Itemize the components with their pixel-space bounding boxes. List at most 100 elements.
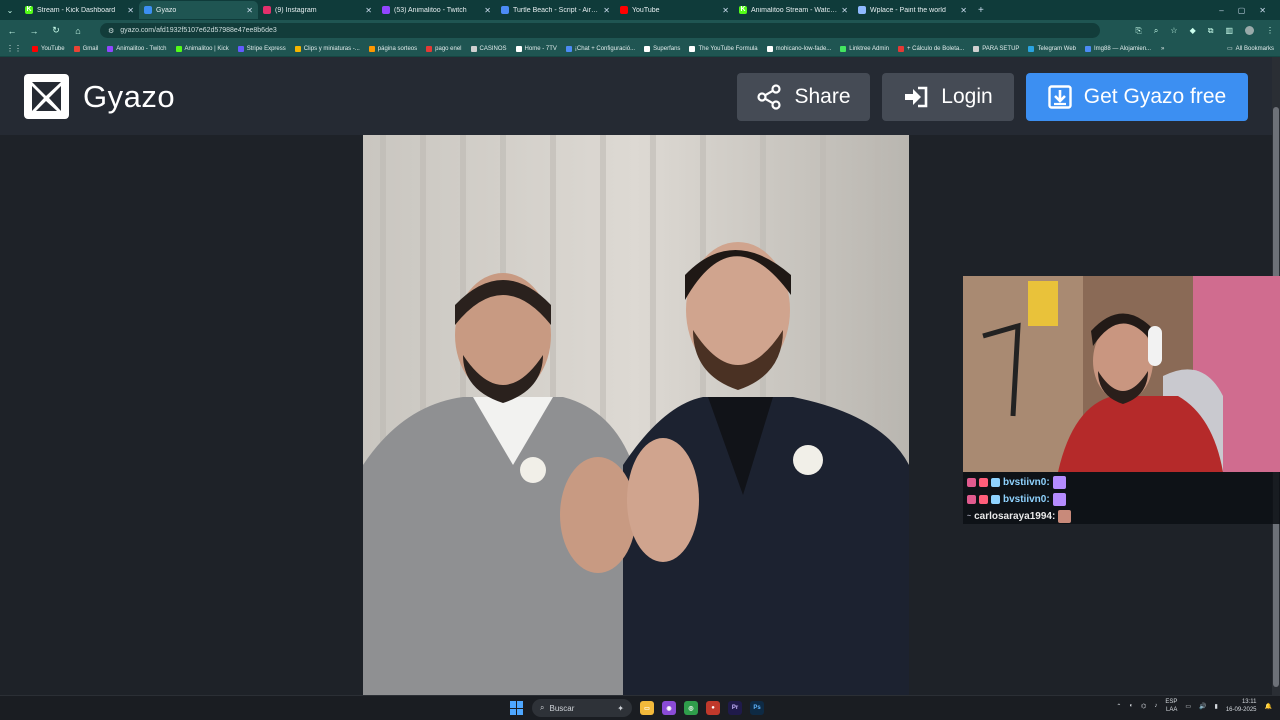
gyazo-image[interactable] [363,135,909,695]
gyazo-header: Gyazo Share Login Get Gyazo free [0,57,1272,135]
taskbar-search[interactable]: ⌕ Buscar ✦ [532,699,632,717]
apps-grid-icon[interactable]: ⋮⋮ [6,44,22,53]
bookmark-item[interactable]: pago enel [426,45,462,52]
tab-close-icon[interactable]: ✕ [722,6,729,15]
browser-tab[interactable]: (9) Instagram ✕ [258,1,377,19]
home-icon[interactable]: ⌂ [72,26,84,36]
bookmark-item[interactable]: Gmail [73,45,98,52]
forward-icon[interactable]: → [28,26,40,36]
bookmark-item[interactable]: Superfans [644,45,680,52]
premiere-icon[interactable]: Pr [728,701,742,715]
gyazo-logo[interactable]: Gyazo [24,74,175,119]
display-icon[interactable]: ▭ [1185,703,1191,710]
bookmark-label: + Cálculo de Boleta... [907,45,965,52]
chat-username[interactable]: bvstiivn0: [1003,477,1050,488]
tab-close-icon[interactable]: ✕ [603,6,610,15]
tab-search-icon[interactable]: ⌄ [0,6,20,15]
notifications-icon[interactable]: 🔔 [1265,703,1272,710]
bookmark-item[interactable]: CASINOS [470,45,507,52]
tab-favicon-icon [501,6,509,14]
browser-tab[interactable]: Turtle Beach - Script - Airlite Fit✕ [496,1,615,19]
back-icon[interactable]: ← [6,26,18,36]
face-emote-icon [1058,510,1072,523]
tab-close-icon[interactable]: ✕ [841,6,848,15]
chat-username[interactable]: carlosaraya1994: [974,511,1055,522]
share-label: Share [794,85,851,108]
chat-username[interactable]: bvstiivn0: [1003,494,1050,505]
tray-app-icon[interactable]: ◐ [1129,703,1133,709]
bookmark-label: Telegram Web [1037,45,1077,52]
windows-start-icon[interactable] [510,701,524,715]
browser-tab[interactable]: (53) Animalitoo - Twitch ✕ [377,1,496,19]
extension-icon[interactable]: ◆ [1190,26,1196,36]
tab-close-icon[interactable]: ✕ [246,6,253,15]
tab-close-icon[interactable]: ✕ [960,6,967,15]
site-info-icon[interactable]: ⚙ [108,27,114,35]
bookmark-item[interactable]: mohicano-low-fade... [766,45,831,52]
battery-icon[interactable]: ▮ [1215,703,1218,710]
volume-icon[interactable]: 🔊 [1199,703,1206,710]
browser-tab[interactable]: Wplace - Paint the world ✕ [853,1,972,19]
get-gyazo-free-button[interactable]: Get Gyazo free [1026,73,1248,121]
bookmark-star-icon[interactable]: ☆ [1170,26,1177,36]
share-button[interactable]: Share [737,73,870,121]
tab-favicon-icon: K [739,6,747,14]
tab-title: Wplace - Paint the world [870,6,946,14]
browser-tab[interactable]: K Animalitoo Stream - Watch Live ✕ [734,1,853,19]
discord-icon[interactable]: ◉ [662,701,676,715]
tab-title: (53) Animalitoo - Twitch [394,6,467,14]
bookmark-item[interactable]: Animalitoo - Twitch [107,45,167,52]
file-explorer-icon[interactable]: ▭ [640,701,654,715]
microphone-icon[interactable]: ♪ [1154,703,1157,709]
tab-close-icon[interactable]: ✕ [127,6,134,15]
tab-title: Animalitoo Stream - Watch Live [751,6,837,14]
install-app-icon[interactable]: ⎘ [1136,26,1142,36]
login-button[interactable]: Login [882,73,1014,121]
browser-tab[interactable]: Gyazo ✕ [139,1,258,19]
all-bookmarks[interactable]: ▭ All Bookmarks [1227,45,1274,53]
tab-close-icon[interactable]: ✕ [484,6,491,15]
bookmark-item[interactable]: Clips y miniaturas -... [294,45,360,52]
side-panel-icon[interactable]: ▥ [1225,26,1233,36]
bookmark-item[interactable]: YouTube [32,45,65,52]
menu-dots-icon[interactable]: ⋮ [1266,26,1274,36]
more-bookmarks-icon[interactable]: » [1161,46,1164,52]
stream-chat-overlay: bvstiivn0: bvstiivn0: ~ carlosaraya1994: [963,472,1280,524]
extensions-puzzle-icon[interactable]: ⧉ [1208,26,1214,36]
heart-badge-icon [979,478,988,487]
tray-overflow-icon[interactable]: ⌃ [1116,703,1121,710]
bookmark-item[interactable]: + Cálculo de Boleta... [898,45,965,52]
bookmark-item[interactable]: Stripe Express [237,45,286,52]
chat-message: bvstiivn0: [967,491,1276,508]
reload-icon[interactable]: ↻ [50,25,62,36]
bookmark-item[interactable]: ¡Chat + Configuració... [565,45,635,52]
bookmark-item[interactable]: Telegram Web [1028,45,1077,52]
bookmark-favicon-icon [515,45,522,52]
bookmark-item[interactable]: Home - 7TV [515,45,557,52]
tab-close-icon[interactable]: ✕ [365,6,372,15]
maximize-icon[interactable]: ▢ [1238,6,1246,15]
bookmark-item[interactable]: The YouTube Formula [689,45,758,52]
browser-tab[interactable]: YouTube ✕ [615,1,734,19]
bookmark-label: PARA SETUP [982,45,1020,52]
bookmark-item[interactable]: Linktree Admin [840,45,889,52]
bookmark-label: The YouTube Formula [698,45,758,52]
new-tab-icon[interactable]: + [972,5,990,16]
bookmark-item[interactable]: Img88 — Alojamien... [1085,45,1151,52]
profile-avatar[interactable] [1245,25,1254,35]
tab-title: Gyazo [156,6,177,14]
address-bar[interactable]: ⚙ gyazo.com/afd1932f5107e62d57988e47ee8b… [100,23,1100,38]
zoom-icon[interactable]: ⌕ [1154,26,1158,36]
browser-tab[interactable]: K Stream - Kick Dashboard ✕ [20,1,139,19]
language-indicator[interactable]: ESP LAA [1165,698,1177,714]
clock[interactable]: 13:11 16-09-2025 [1226,698,1257,714]
recording-app-icon[interactable]: ● [706,701,720,715]
bookmark-item[interactable]: PARA SETUP [973,45,1020,52]
network-icon[interactable]: ⌬ [1141,703,1146,710]
minimize-icon[interactable]: – [1219,6,1223,15]
bookmark-item[interactable]: página sorteos [368,45,417,52]
close-window-icon[interactable]: ✕ [1259,6,1266,15]
bookmark-item[interactable]: Animalitoo | Kick [175,45,229,52]
photoshop-icon[interactable]: Ps [750,701,764,715]
chrome-icon[interactable]: ◎ [684,701,698,715]
